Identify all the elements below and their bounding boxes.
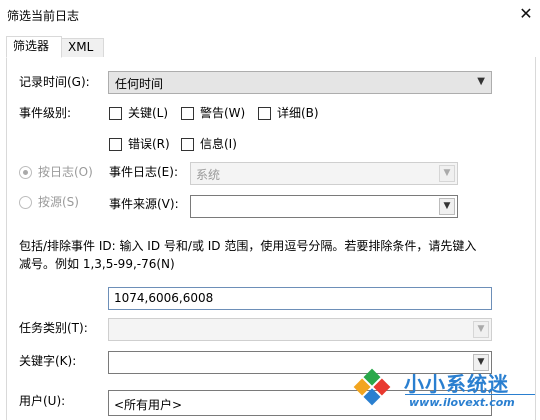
tab-filter[interactable]: 筛选器: [6, 36, 62, 58]
logged-value: 任何时间: [115, 77, 164, 91]
tab-xml[interactable]: XML: [62, 38, 104, 58]
watermark-logo-icon: [353, 368, 391, 406]
error-checkbox[interactable]: [109, 138, 122, 151]
event-id-input[interactable]: 1074,6006,6008: [108, 287, 492, 310]
event-source-label: 事件来源(V):: [109, 197, 179, 211]
warning-label: 警告(W): [200, 106, 246, 120]
by-log-label: 按日志(O): [38, 165, 93, 179]
watermark-url: www.ilovext.com: [409, 396, 515, 409]
event-log-label: 事件日志(E):: [109, 165, 178, 179]
chevron-down-icon: ▼: [477, 76, 485, 87]
logged-label: 记录时间(G):: [19, 75, 90, 89]
chevron-down-icon: ▼: [439, 198, 455, 215]
event-id-description-line2: 减号。例如 1,3,5-99,-76(N): [19, 257, 175, 271]
error-label: 错误(R): [128, 137, 170, 151]
verbose-checkbox[interactable]: [258, 107, 271, 120]
event-source-dropdown[interactable]: ▼: [190, 195, 458, 218]
warning-checkbox[interactable]: [181, 107, 194, 120]
information-checkbox[interactable]: [181, 138, 194, 151]
event-id-description-line1: 包括/排除事件 ID: 输入 ID 号和/或 ID 范围，使用逗号分隔。若要排除…: [19, 239, 477, 253]
critical-checkbox[interactable]: [109, 107, 122, 120]
user-label: 用户(U):: [19, 394, 66, 408]
keywords-label: 关键字(K):: [19, 354, 77, 368]
by-log-radio[interactable]: [19, 166, 32, 179]
watermark-divider: [405, 394, 535, 395]
chevron-down-icon: ▼: [439, 165, 455, 182]
event-log-dropdown[interactable]: 系统 ▼: [190, 162, 458, 185]
information-label: 信息(I): [200, 137, 237, 151]
event-level-label: 事件级别:: [19, 106, 72, 120]
critical-label: 关键(L): [128, 106, 169, 120]
window-title: 筛选当前日志: [7, 9, 80, 23]
verbose-label: 详细(B): [277, 106, 319, 120]
event-id-value: 1074,6006,6008: [114, 291, 214, 305]
logged-dropdown[interactable]: 任何时间 ▼: [108, 71, 492, 94]
title-bar: [0, 0, 540, 32]
by-source-radio[interactable]: [19, 196, 32, 209]
close-icon[interactable]: ✕: [518, 5, 534, 23]
user-value: <所有用户>: [114, 398, 183, 412]
task-category-dropdown[interactable]: ▼: [108, 318, 492, 341]
event-log-value: 系统: [196, 168, 221, 182]
watermark-brand: 小小系统迷: [404, 372, 509, 396]
task-category-label: 任务类别(T):: [19, 321, 88, 335]
chevron-down-icon: ▼: [473, 321, 489, 338]
by-source-label: 按源(S): [38, 195, 79, 209]
